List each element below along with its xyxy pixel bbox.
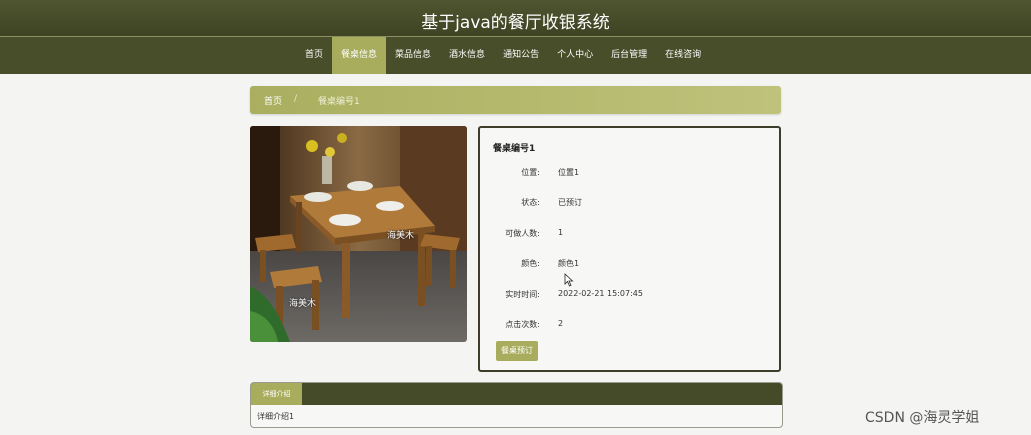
nav-item-tables[interactable]: 餐桌信息 [332, 37, 387, 74]
tab-intro[interactable]: 详细介绍 [251, 383, 302, 405]
site-header: 基于java的餐厅收银系统 [0, 0, 1031, 37]
realtime-value: 2022-02-21 15:07:45 [558, 289, 643, 298]
breadcrumb: 首页 / 餐桌编号1 [250, 86, 781, 114]
nav-item-home[interactable]: 首页 [296, 37, 332, 74]
table-photo: 海美木 海美木 [250, 126, 467, 342]
clicks-value: 2 [558, 319, 564, 328]
nav-item-notices[interactable]: 通知公告 [494, 37, 548, 74]
main-nav: 首页 餐桌信息 菜品信息 酒水信息 通知公告 个人中心 后台管理 在线咨询 [0, 37, 1031, 74]
photo-watermark: 海美木 [387, 231, 415, 241]
nav-item-profile[interactable]: 个人中心 [548, 37, 602, 74]
site-title: 基于java的餐厅收银系统 [421, 13, 610, 33]
csdn-watermark: CSDN @海灵学姐 [865, 410, 980, 426]
book-table-button[interactable]: 餐桌预订 [496, 341, 538, 361]
intro-tab-bar: 详细介绍 [251, 383, 782, 405]
location-value: 位置1 [558, 168, 580, 177]
table-detail-panel: 餐桌编号1 位置: 位置1 状态: 已预订 可做人数: 1 颜色: 颜色1 实时… [478, 126, 781, 372]
table-photo-illustration [250, 126, 467, 342]
nav-items: 首页 餐桌信息 菜品信息 酒水信息 通知公告 个人中心 后台管理 在线咨询 [296, 37, 710, 74]
color-value: 颜色1 [558, 259, 580, 268]
capacity-label: 可做人数: [505, 229, 540, 238]
location-label: 位置: [521, 168, 540, 177]
capacity-value: 1 [558, 228, 564, 237]
clicks-label: 点击次数: [505, 320, 540, 329]
nav-item-consult[interactable]: 在线咨询 [656, 37, 710, 74]
photo-watermark: 海美木 [289, 299, 317, 309]
status-value: 已预订 [558, 198, 582, 207]
breadcrumb-current: 餐桌编号1 [318, 97, 360, 107]
breadcrumb-separator: / [294, 94, 298, 104]
realtime-label: 实时时间: [505, 290, 540, 299]
breadcrumb-home[interactable]: 首页 [264, 94, 282, 107]
status-label: 状态: [521, 198, 540, 207]
nav-item-drinks[interactable]: 酒水信息 [440, 37, 494, 74]
nav-item-admin[interactable]: 后台管理 [602, 37, 656, 74]
intro-section: 详细介绍 详细介绍1 [250, 382, 783, 428]
color-label: 颜色: [521, 259, 540, 268]
mouse-cursor-icon [564, 273, 574, 287]
intro-content: 详细介绍1 [257, 412, 295, 421]
table-title: 餐桌编号1 [493, 144, 536, 154]
nav-item-dishes[interactable]: 菜品信息 [386, 37, 440, 74]
